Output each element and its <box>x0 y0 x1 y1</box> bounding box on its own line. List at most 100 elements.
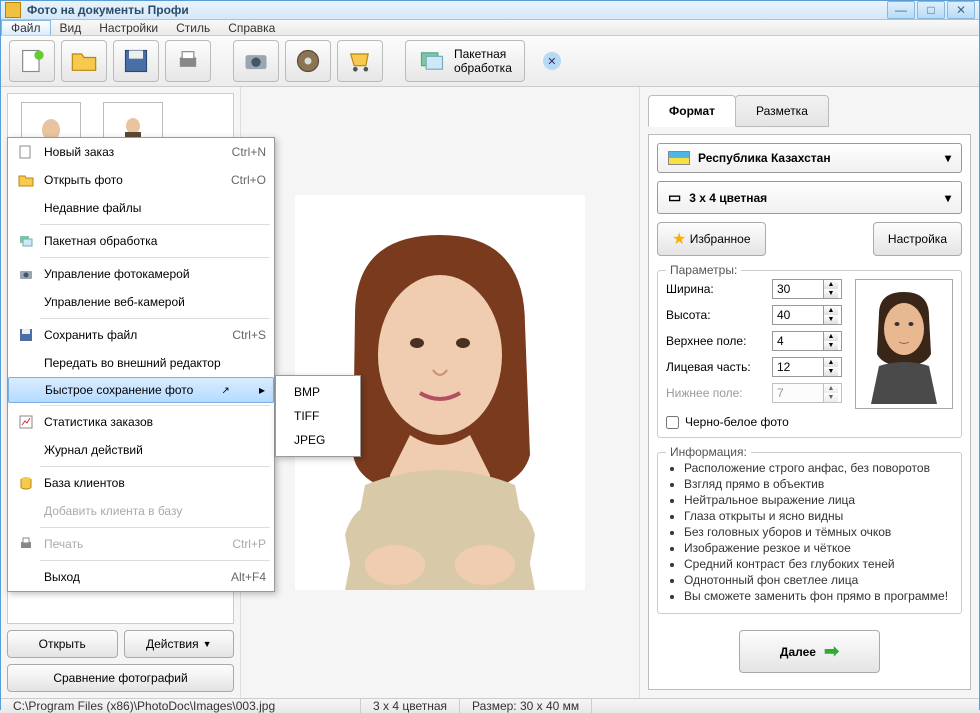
tool-new[interactable] <box>9 40 55 82</box>
menu-item-label: Управление веб-камерой <box>40 295 266 309</box>
file-menu-item[interactable]: Пакетная обработка <box>8 227 274 255</box>
titlebar: Фото на документы Профи — □ ✕ <box>1 1 979 20</box>
param-height-label: Высота: <box>666 308 766 322</box>
menu-item-label: База клиентов <box>40 476 266 490</box>
info-item: Однотонный фон светлее лица <box>684 573 953 587</box>
menu-item-label: Статистика заказов <box>40 415 266 429</box>
menu-item-label: Выход <box>40 570 231 584</box>
parameters-group: Параметры: Ширина:▲▼ Высота:▲▼ Верхнее п… <box>657 270 962 438</box>
tool-close-x[interactable]: ✕ <box>543 52 561 70</box>
file-menu-item[interactable]: Сохранить файлCtrl+S <box>8 321 274 349</box>
file-menu-item[interactable]: Передать во внешний редактор <box>8 349 274 377</box>
menu-shortcut: Ctrl+N <box>232 145 266 159</box>
arrow-right-icon: ➡ <box>824 641 839 662</box>
print-icon <box>12 536 40 552</box>
menu-help[interactable]: Справка <box>219 20 284 35</box>
app-icon <box>5 2 21 18</box>
menu-item-label: Новый заказ <box>40 145 232 159</box>
info-item: Нейтральное выражение лица <box>684 493 953 507</box>
tab-layout[interactable]: Разметка <box>735 95 829 127</box>
file-menu-item[interactable]: Управление веб-камерой <box>8 288 274 316</box>
file-menu-item[interactable]: Журнал действий <box>8 436 274 464</box>
menu-shortcut: Ctrl+O <box>231 173 266 187</box>
submenu-bmp[interactable]: BMP <box>276 380 360 404</box>
settings-button[interactable]: Настройка <box>873 222 962 256</box>
quick-save-submenu: BMP TIFF JPEG <box>275 375 361 457</box>
format-dropdown[interactable]: ▭ 3 x 4 цветная ▾ <box>657 181 962 214</box>
info-group: Информация: Расположение строго анфас, б… <box>657 452 962 614</box>
file-menu-item[interactable]: Управление фотокамерой <box>8 260 274 288</box>
file-menu-item[interactable]: Статистика заказов <box>8 408 274 436</box>
batch-icon <box>12 233 40 249</box>
actions-button[interactable]: Действия▼ <box>124 630 235 658</box>
menu-file[interactable]: Файл <box>1 20 51 35</box>
toolbar: Пакетная обработка ✕ <box>1 36 979 87</box>
submenu-jpeg[interactable]: JPEG <box>276 428 360 452</box>
minimize-button[interactable]: — <box>887 1 915 19</box>
menu-item-label: Добавить клиента в базу <box>40 504 266 518</box>
file-menu: Новый заказCtrl+NОткрыть фотоCtrl+OНедав… <box>7 137 275 592</box>
menubar: Файл Вид Настройки Стиль Справка <box>1 20 979 36</box>
format-label: 3 x 4 цветная <box>689 191 767 205</box>
parameters-title: Параметры: <box>666 263 741 277</box>
file-menu-item[interactable]: База клиентов <box>8 469 274 497</box>
compare-button[interactable]: Сравнение фотографий <box>7 664 234 692</box>
close-button[interactable]: ✕ <box>947 1 975 19</box>
file-menu-item[interactable]: Открыть фотоCtrl+O <box>8 166 274 194</box>
menu-item-label: Журнал действий <box>40 443 266 457</box>
file-menu-item: ПечатьCtrl+P <box>8 530 274 558</box>
param-top-input[interactable]: ▲▼ <box>772 331 842 351</box>
param-bottom-label: Нижнее поле: <box>666 386 766 400</box>
file-menu-item[interactable]: Недавние файлы <box>8 194 274 222</box>
info-list: Расположение строго анфас, без поворотов… <box>666 461 953 603</box>
status-format: 3 x 4 цветная <box>361 699 460 713</box>
param-width-input[interactable]: ▲▼ <box>772 279 842 299</box>
param-height-input[interactable]: ▲▼ <box>772 305 842 325</box>
tool-batch-label: Пакетная обработка <box>454 47 512 76</box>
tab-format[interactable]: Формат <box>648 95 736 127</box>
file-menu-item[interactable]: Быстрое сохранение фото↖▸ <box>8 377 274 403</box>
content-area: 6.jpg 9.jpg Открыть Действия▼ Сравнение … <box>1 87 979 698</box>
app-window: Фото на документы Профи — □ ✕ Файл Вид Н… <box>0 0 980 710</box>
menu-item-label: Пакетная обработка <box>40 234 266 248</box>
format-preview <box>855 279 953 409</box>
menu-settings[interactable]: Настройки <box>90 20 167 35</box>
menu-item-label: Быстрое сохранение фото <box>41 383 221 397</box>
menu-item-label: Недавние файлы <box>40 201 266 215</box>
chevron-down-icon: ▾ <box>945 191 951 205</box>
tool-camera[interactable] <box>233 40 279 82</box>
tabs: Формат Разметка <box>648 95 971 127</box>
menu-view[interactable]: Вид <box>51 20 91 35</box>
submenu-tiff[interactable]: TIFF <box>276 404 360 428</box>
bw-checkbox[interactable]: Черно-белое фото <box>666 415 953 429</box>
menu-style[interactable]: Стиль <box>167 20 219 35</box>
info-item: Без головных уборов и тёмных очков <box>684 525 953 539</box>
db-icon <box>12 475 40 491</box>
new-icon <box>12 144 40 160</box>
favorites-button[interactable]: ★ Избранное <box>657 222 766 256</box>
window-title: Фото на документы Профи <box>27 3 887 17</box>
open-icon <box>12 172 40 188</box>
tool-batch[interactable]: Пакетная обработка <box>405 40 525 82</box>
param-face-label: Лицевая часть: <box>666 360 766 374</box>
file-menu-item[interactable]: ВыходAlt+F4 <box>8 563 274 591</box>
tool-print[interactable] <box>165 40 211 82</box>
menu-shortcut: Alt+F4 <box>231 570 266 584</box>
tool-save[interactable] <box>113 40 159 82</box>
country-dropdown[interactable]: Республика Казахстан ▾ <box>657 143 962 173</box>
tool-open[interactable] <box>61 40 107 82</box>
tool-film[interactable] <box>285 40 331 82</box>
info-item: Глаза открыты и ясно видны <box>684 509 953 523</box>
maximize-button[interactable]: □ <box>917 1 945 19</box>
star-icon: ★ <box>672 229 686 249</box>
tool-cart[interactable] <box>337 40 383 82</box>
param-face-input[interactable]: ▲▼ <box>772 357 842 377</box>
file-menu-item: Добавить клиента в базу <box>8 497 274 525</box>
param-bottom-input: ▲▼ <box>772 383 842 403</box>
info-item: Изображение резкое и чёткое <box>684 541 953 555</box>
next-button[interactable]: Далее ➡ <box>739 630 880 673</box>
country-label: Республика Казахстан <box>698 151 831 165</box>
menu-shortcut: Ctrl+P <box>232 537 266 551</box>
open-button[interactable]: Открыть <box>7 630 118 658</box>
file-menu-item[interactable]: Новый заказCtrl+N <box>8 138 274 166</box>
